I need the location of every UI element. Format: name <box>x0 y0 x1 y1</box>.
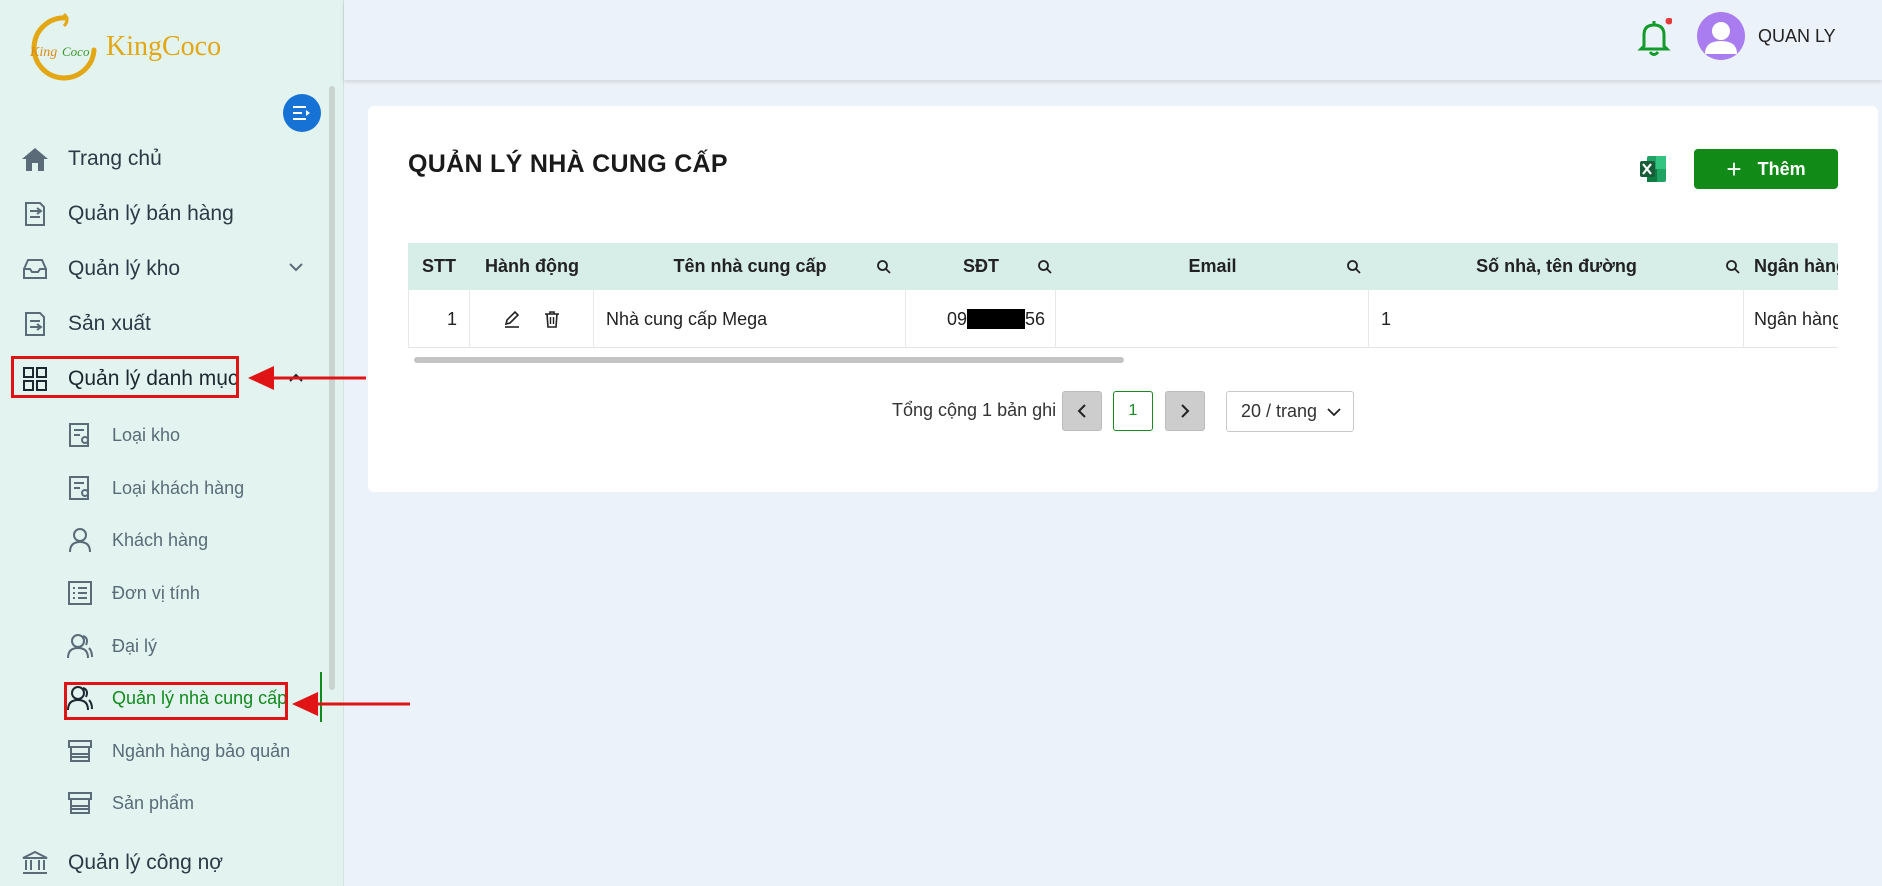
sales-icon <box>20 199 50 229</box>
home-icon <box>20 144 50 174</box>
edit-icon[interactable] <box>502 309 522 329</box>
next-page-button[interactable] <box>1165 391 1205 431</box>
username[interactable]: QUAN LY <box>1758 26 1836 47</box>
table-horizontal-scrollbar[interactable] <box>414 357 1124 363</box>
sidebar-item-label: Trang chủ <box>68 147 162 170</box>
page-size-select[interactable]: 20 / trang <box>1226 391 1354 432</box>
supplier-table: STT Hành động Tên nhà cung cấp SĐT Email… <box>408 243 1838 371</box>
collapse-sidebar-button[interactable] <box>283 94 321 132</box>
sidebar-subitem-label: Loại khách hàng <box>112 477 245 498</box>
shop-icon <box>66 737 94 765</box>
phone-prefix: 09 <box>946 308 967 329</box>
add-button[interactable]: + Thêm <box>1694 149 1838 189</box>
excel-export-icon[interactable] <box>1639 154 1667 184</box>
sidebar-subitem-warehouse-type[interactable]: Loại kho <box>66 417 180 453</box>
bell-icon[interactable] <box>1636 18 1672 58</box>
sidebar-subitem-customer-type[interactable]: Loại khách hàng <box>66 470 244 506</box>
sidebar-item-warehouse[interactable]: Quản lý kho <box>20 249 180 289</box>
highlight-box-suppliers <box>64 682 288 720</box>
prev-page-button[interactable] <box>1062 391 1102 431</box>
user-icon <box>66 526 94 554</box>
cell-bank: Ngân hàng <box>1744 290 1838 348</box>
add-button-label: Thêm <box>1757 158 1806 179</box>
sidebar-item-home[interactable]: Trang chủ <box>20 139 162 179</box>
svg-text:Coco: Coco <box>62 44 90 59</box>
sidebar-item-label: Quản lý bán hàng <box>68 202 234 225</box>
column-header-email: Email <box>1056 243 1369 290</box>
table-header: STT Hành động Tên nhà cung cấp SĐT Email… <box>408 243 1838 290</box>
sidebar-subitem-label: Khách hàng <box>112 529 209 550</box>
cell-stt: 1 <box>408 290 470 348</box>
avatar[interactable] <box>1697 12 1745 60</box>
brand-logo[interactable]: King Coco KingCoco <box>24 10 221 84</box>
cell-email <box>1056 290 1369 348</box>
sidebar-subitem-customers[interactable]: Khách hàng <box>66 522 208 558</box>
team-icon <box>66 632 94 660</box>
sidebar-subitem-agents[interactable]: Đại lý <box>66 628 157 664</box>
sidebar-item-label: Sản xuất <box>68 312 151 335</box>
cell-supplier-name: Nhà cung cấp Mega <box>594 290 906 348</box>
sidebar-item-debt[interactable]: Quản lý công nợ <box>20 843 223 883</box>
phone-suffix: 56 <box>1024 308 1045 329</box>
column-header-bank: Ngân hàng <box>1754 256 1838 276</box>
table-row[interactable]: 1 Nhà cung cấp Mega 09 56 1 Ngân hàng <box>408 290 1838 348</box>
search-icon[interactable] <box>1725 259 1741 275</box>
brand-name: KingCoco <box>106 31 222 62</box>
sidebar-item-production[interactable]: Sản xuất <box>20 304 151 344</box>
cell-phone: 09 56 <box>906 290 1056 348</box>
menu-fold-icon <box>293 106 310 120</box>
profile-icon <box>66 474 94 502</box>
chevron-right-icon <box>1181 404 1190 418</box>
delete-icon[interactable] <box>542 309 562 329</box>
sidebar-item-label: Quản lý kho <box>68 257 181 280</box>
page-title: QUẢN LÝ NHÀ CUNG CẤP <box>408 150 728 178</box>
sidebar-item-sales[interactable]: Quản lý bán hàng <box>20 194 234 234</box>
inbox-icon <box>20 254 50 284</box>
page-number-button[interactable]: 1 <box>1113 391 1153 431</box>
cell-address: 1 <box>1369 290 1744 348</box>
red-arrow-icon <box>248 366 366 390</box>
plus-icon: + <box>1726 154 1742 184</box>
pagination-total: Tổng cộng 1 bản ghi <box>892 400 1057 420</box>
sidebar-subitem-label: Ngành hàng bảo quản <box>112 740 291 761</box>
page-size-value: 20 / trang <box>1241 401 1318 421</box>
production-icon <box>20 309 50 339</box>
sidebar-subitem-products[interactable]: Sản phẩm <box>66 785 194 821</box>
shop-icon <box>66 789 94 817</box>
sidebar-subitem-label: Đơn vị tính <box>112 582 200 603</box>
red-arrow-icon <box>292 692 410 716</box>
user-avatar-icon <box>1705 22 1737 54</box>
chevron-left-icon <box>1077 404 1086 418</box>
cell-actions <box>470 290 594 348</box>
chevron-down-icon[interactable] <box>288 262 304 272</box>
column-header-address: Số nhà, tên đường <box>1369 243 1744 290</box>
sidebar-subitem-label: Sản phẩm <box>112 792 195 813</box>
kingcoco-logo-icon: King Coco <box>24 10 98 84</box>
redacted-block <box>966 309 1025 329</box>
sidebar-item-label: Quản lý công nợ <box>68 851 224 874</box>
sidebar-subitem-storage-category[interactable]: Ngành hàng bảo quản <box>66 733 290 769</box>
bank-icon <box>20 848 50 878</box>
sidebar-subitem-label: Loại kho <box>112 424 181 445</box>
highlight-box-catalog <box>11 356 239 398</box>
chevron-down-icon <box>1327 407 1341 416</box>
sidebar-subitem-units[interactable]: Đơn vị tính <box>66 575 200 611</box>
search-icon[interactable] <box>1037 259 1053 275</box>
column-header-stt: STT <box>422 256 456 276</box>
list-icon <box>66 579 94 607</box>
search-icon[interactable] <box>876 259 892 275</box>
column-header-supplier-name: Tên nhà cung cấp <box>594 243 906 290</box>
search-icon[interactable] <box>1346 259 1362 275</box>
sidebar-subitem-label: Đại lý <box>112 635 158 656</box>
column-header-actions: Hành động <box>485 256 579 276</box>
sidebar: King Coco KingCoco Trang chủ Quản lý bán… <box>0 0 344 886</box>
column-header-phone: SĐT <box>906 243 1056 290</box>
profile-icon <box>66 421 94 449</box>
svg-text:King: King <box>29 45 57 60</box>
